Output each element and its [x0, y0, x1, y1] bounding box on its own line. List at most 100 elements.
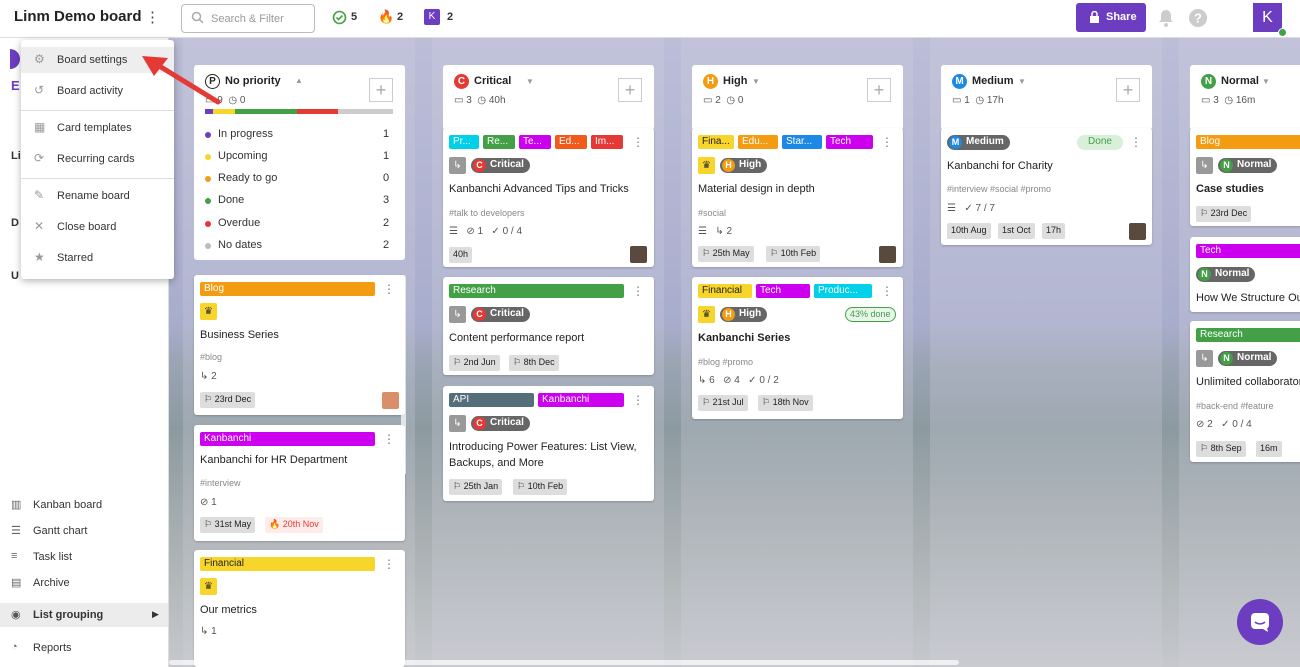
run-icon: ⚐	[204, 519, 213, 529]
card-kanbanchi-series[interactable]: Financial Tech Produc... ⋮ ♛ H High 43% d…	[692, 277, 903, 419]
board-menu-icon[interactable]: ⋮	[145, 8, 160, 26]
card-tag: Te...	[519, 135, 551, 149]
card-tag: Research	[1196, 328, 1300, 342]
column-counts: ▭ 3 ◷ 40h	[454, 95, 506, 106]
add-card-button[interactable]: +	[618, 78, 642, 102]
nav-task-list[interactable]: ≡ Task list	[11, 550, 72, 563]
nav-kanban-board[interactable]: ▥ Kanban board	[11, 499, 102, 511]
add-card-button[interactable]: +	[1116, 78, 1140, 102]
card-date: ⚐ 23rd Dec	[1196, 206, 1252, 222]
column-title[interactable]: Medium	[972, 75, 1014, 87]
card-business-series[interactable]: Blog ⋮ ♛ Business Series #blog ↳ 2 ⚐ 23r…	[194, 275, 405, 415]
add-card-button[interactable]: +	[369, 78, 393, 102]
card-advanced-tips[interactable]: Pr... Re... Te... Ed... Im... ⋮ ↳ C Criti…	[443, 128, 654, 267]
card-menu-icon[interactable]: ⋮	[632, 135, 644, 149]
annotation-arrow	[142, 56, 221, 105]
menu-rename-board[interactable]: ✎ Rename board	[21, 183, 174, 209]
search-input[interactable]: Search & Filter	[181, 4, 315, 33]
legend-count: 1	[383, 128, 390, 140]
nav-list-grouping[interactable]: ◉ List grouping ▶	[0, 603, 168, 627]
legend-row: No dates 2	[205, 239, 393, 251]
nav-gantt-chart[interactable]: ☰ Gantt chart	[11, 525, 87, 537]
horizontal-scrollbar[interactable]	[169, 660, 959, 665]
crown-icon: ♛	[698, 306, 715, 323]
priority-letter: C	[473, 417, 486, 430]
crown-icon: ♛	[200, 578, 217, 595]
card-meta-row: ⊘ 2 ✓ 0 / 4	[1196, 419, 1252, 430]
card-menu-icon[interactable]: ⋮	[383, 557, 395, 571]
card-menu-icon[interactable]: ⋮	[1130, 135, 1142, 149]
users-filter[interactable]: K 2	[424, 8, 458, 28]
menu-starred[interactable]: ★ Starred	[21, 245, 174, 271]
card-kanbanchi-hr[interactable]: Kanbanchi ⋮ Kanbanchi for HR Department …	[194, 425, 405, 541]
card-kanbanchi-charity[interactable]: M Medium Done ⋮ Kanbanchi for Charity #in…	[941, 128, 1152, 245]
subcard-icon: ↳	[1196, 157, 1213, 174]
paperclip-icon: ⊘	[466, 226, 475, 237]
sort-caret-icon[interactable]: ▼	[752, 77, 760, 86]
card-unlimited-collaborators[interactable]: Research ↳ N Normal Unlimited collaborato…	[1190, 321, 1300, 462]
sort-caret-icon[interactable]: ▼	[1018, 77, 1026, 86]
card-title: Unlimited collaborator	[1196, 376, 1300, 388]
card-menu-icon[interactable]: ⋮	[632, 393, 644, 407]
card-menu-icon[interactable]: ⋮	[881, 284, 893, 298]
nav-reports[interactable]: ◔ Reports	[11, 641, 72, 654]
priority-badge: M	[952, 74, 967, 89]
sort-caret-icon[interactable]: ▼	[526, 77, 534, 86]
card-hashtags: #talk to developers	[449, 208, 525, 218]
assignee-avatar[interactable]	[1129, 223, 1146, 240]
hot-filter[interactable]: 🔥 2	[378, 8, 408, 28]
clock-icon: ◷	[726, 95, 736, 106]
start-date-value: 2nd Jun	[463, 357, 496, 367]
card-menu-icon[interactable]: ⋮	[383, 282, 395, 296]
share-button[interactable]: Share	[1076, 3, 1146, 32]
top-bar: Linm Demo board ⋮ Search & Filter 5 🔥 2 …	[0, 0, 1300, 38]
card-menu-icon[interactable]: ⋮	[632, 284, 644, 298]
chat-launcher-button[interactable]	[1237, 599, 1283, 645]
menu-recurring-cards[interactable]: ⟳ Recurring cards	[21, 146, 174, 172]
card-power-features[interactable]: API Kanbanchi ⋮ ↳ C Critical Introducing …	[443, 386, 654, 501]
column-title[interactable]: High	[723, 75, 747, 87]
hot-count: 2	[397, 11, 404, 23]
card-material-design[interactable]: Fina... Edu... Star... Tech ⋮ ♛ H High Ma…	[692, 128, 903, 267]
card-count: 3	[1213, 95, 1219, 106]
card-menu-icon[interactable]: ⋮	[383, 432, 395, 446]
add-card-button[interactable]: +	[867, 78, 891, 102]
card-menu-icon[interactable]: ⋮	[881, 135, 893, 149]
subcards-value: 2	[726, 226, 733, 237]
pencil-icon: ✎	[34, 188, 45, 202]
checklist-icon: ✓	[1221, 419, 1230, 430]
time-total: 40h	[488, 95, 506, 106]
sort-caret-icon[interactable]: ▲	[295, 76, 303, 85]
card-title: Business Series	[200, 329, 279, 341]
card-case-studies[interactable]: Blog ↳ N Normal Case studies ⚐ 23rd Dec	[1190, 128, 1300, 226]
nav-archive[interactable]: ▤ Archive	[11, 577, 70, 589]
card-our-metrics[interactable]: Financial ⋮ ♛ Our metrics ↳ 1	[194, 550, 405, 667]
menu-board-settings-label: Board settings	[57, 54, 128, 66]
user-avatar-small: K	[424, 9, 440, 25]
card-hashtags: #interview #social #promo	[947, 184, 1052, 194]
nav-archive-label: Archive	[33, 577, 70, 589]
column-title[interactable]: Critical	[474, 75, 511, 87]
profile-avatar[interactable]: K	[1253, 3, 1282, 32]
assignee-avatar[interactable]	[630, 246, 647, 263]
run-icon: ⚐	[204, 394, 213, 404]
card-icon: ▭	[952, 95, 962, 106]
column-scrollbar[interactable]	[401, 275, 406, 475]
priority-label: Normal	[1237, 352, 1272, 363]
assignee-avatar[interactable]	[382, 392, 399, 409]
card-how-we-structure[interactable]: Tech N Normal How We Structure Ou	[1190, 237, 1300, 312]
card-content-performance[interactable]: Research ⋮ ↳ C Critical Content performan…	[443, 277, 654, 375]
legend-label: Overdue	[218, 217, 261, 229]
column-counts: ▭ 3 ◷ 16m	[1201, 95, 1255, 106]
sort-caret-icon[interactable]: ▼	[1262, 77, 1270, 86]
menu-close-board[interactable]: ✕ Close board	[21, 214, 174, 240]
subcard-icon: ↳	[715, 226, 724, 237]
assignee-avatar[interactable]	[879, 246, 896, 263]
column-title[interactable]: Normal	[1221, 75, 1259, 87]
done-filter[interactable]: 5	[332, 8, 362, 28]
bell-icon[interactable]	[1158, 9, 1174, 27]
help-icon[interactable]: ?	[1188, 8, 1208, 28]
board-title[interactable]: Linm Demo board	[14, 8, 142, 25]
progress-segment	[297, 109, 339, 114]
due-date-value: 20th Nov	[282, 519, 319, 529]
